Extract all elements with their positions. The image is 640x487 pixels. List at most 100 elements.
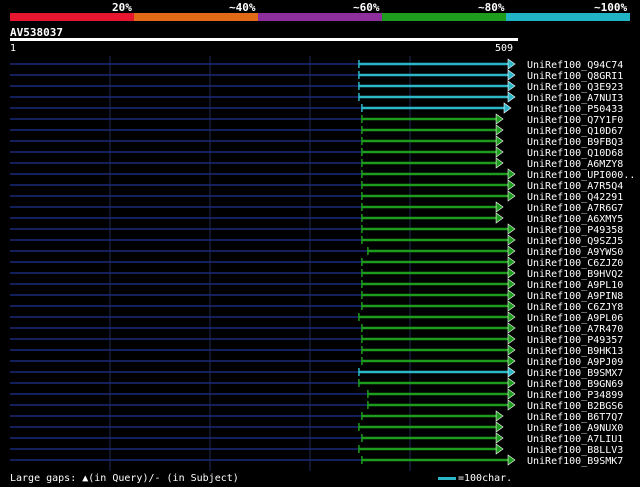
hit-row[interactable]: UniRef100_B9HVQ2 — [10, 267, 623, 280]
hit-label[interactable]: UniRef100_A9NUX0 — [527, 423, 623, 434]
hit-label[interactable]: UniRef100_B8LLV3 — [527, 445, 623, 456]
hit-row[interactable]: UniRef100_Q10D67 — [10, 124, 623, 137]
hit-row[interactable]: UniRef100_Q9SZJ5 — [10, 234, 623, 247]
hit-arrow-icon — [507, 355, 516, 367]
hit-row[interactable]: UniRef100_UPI000.. — [10, 168, 635, 181]
hit-label[interactable]: UniRef100_A7LIU1 — [527, 434, 623, 445]
hit-row[interactable]: UniRef100_A6XMY5 — [10, 212, 623, 225]
hit-label[interactable]: UniRef100_P34899 — [527, 390, 623, 401]
hit-row[interactable]: UniRef100_A7R5Q4 — [10, 179, 623, 192]
hit-row[interactable]: UniRef100_A9YWS0 — [10, 245, 623, 258]
hit-label[interactable]: UniRef100_Q9SZJ5 — [527, 236, 623, 247]
hit-label[interactable]: UniRef100_Q10D67 — [527, 126, 623, 137]
hit-label[interactable]: UniRef100_Q94C74 — [527, 60, 623, 71]
hit-row[interactable]: UniRef100_B9GN69 — [10, 377, 623, 390]
hit-label[interactable]: UniRef100_Q42291 — [527, 192, 623, 203]
scale-legend-swatch — [438, 477, 456, 480]
hit-arrow-icon — [503, 102, 512, 114]
hit-arrow-icon — [507, 179, 516, 191]
hit-arrow-icon — [507, 399, 516, 411]
hit-label[interactable]: UniRef100_P49358 — [527, 225, 623, 236]
hit-arrow-icon — [495, 201, 504, 213]
hit-row[interactable]: UniRef100_A9NUX0 — [10, 421, 623, 434]
hit-arrow-icon — [507, 366, 516, 378]
hit-row[interactable]: UniRef100_A9PL10 — [10, 278, 623, 291]
hit-row[interactable]: UniRef100_Q94C74 — [10, 58, 623, 71]
scale-legend: =100char. — [438, 473, 512, 484]
hit-arrow-icon — [507, 190, 516, 202]
hit-row[interactable]: UniRef100_Q8GRI1 — [10, 69, 623, 82]
hit-arrow-icon — [507, 223, 516, 235]
hit-arrow-icon — [507, 91, 516, 103]
hit-label[interactable]: UniRef100_B9SMK7 — [527, 456, 623, 467]
hit-label[interactable]: UniRef100_A6MZY8 — [527, 159, 623, 170]
hit-label[interactable]: UniRef100_B2BGS6 — [527, 401, 623, 412]
hit-row[interactable]: UniRef100_P50433 — [10, 102, 623, 115]
hit-row[interactable]: UniRef100_B2BGS6 — [10, 399, 623, 412]
hit-arrow-icon — [495, 212, 504, 224]
hit-label[interactable]: UniRef100_B9GN69 — [527, 379, 623, 390]
hit-row[interactable]: UniRef100_B6T7Q7 — [10, 410, 623, 423]
hit-label[interactable]: UniRef100_Q8GRI1 — [527, 71, 623, 82]
hit-label[interactable]: UniRef100_A9PL06 — [527, 313, 623, 324]
hit-label[interactable]: UniRef100_A6XMY5 — [527, 214, 623, 225]
hit-arrow-icon — [507, 80, 516, 92]
hit-arrow-icon — [495, 146, 504, 158]
hit-label[interactable]: UniRef100_A9PIN8 — [527, 291, 623, 302]
hit-label[interactable]: UniRef100_P50433 — [527, 104, 623, 115]
gaps-legend: Large gaps: ▲(in Query)/- (in Subject) — [10, 473, 239, 484]
hit-arrow-icon — [507, 311, 516, 323]
hit-label[interactable]: UniRef100_A7R470 — [527, 324, 623, 335]
hit-arrow-icon — [507, 454, 516, 466]
hit-label[interactable]: UniRef100_B6T7Q7 — [527, 412, 623, 423]
hit-row[interactable]: UniRef100_B9FBQ3 — [10, 135, 623, 148]
hit-label[interactable]: UniRef100_A9PJ09 — [527, 357, 623, 368]
hit-row[interactable]: UniRef100_Q10D68 — [10, 146, 623, 159]
hit-row[interactable]: UniRef100_Q7Y1F0 — [10, 113, 623, 126]
hit-label[interactable]: UniRef100_A7R5Q4 — [527, 181, 623, 192]
hit-arrow-icon — [507, 256, 516, 268]
hit-arrow-icon — [507, 377, 516, 389]
hit-row[interactable]: UniRef100_Q3E923 — [10, 80, 623, 93]
hit-arrow-icon — [495, 157, 504, 169]
hit-arrow-icon — [495, 124, 504, 136]
hit-row[interactable]: UniRef100_Q42291 — [10, 190, 623, 203]
hit-arrow-icon — [495, 410, 504, 422]
hit-label[interactable]: UniRef100_B9FBQ3 — [527, 137, 623, 148]
hit-label[interactable]: UniRef100_C6ZJY8 — [527, 302, 623, 313]
hit-row[interactable]: UniRef100_B9HK13 — [10, 344, 623, 357]
scale-legend-text: =100char. — [458, 473, 513, 484]
hit-label[interactable]: UniRef100_Q10D68 — [527, 148, 623, 159]
hit-row[interactable]: UniRef100_P49357 — [10, 333, 623, 346]
hit-label[interactable]: UniRef100_B9SMX7 — [527, 368, 623, 379]
hit-row[interactable]: UniRef100_B9SMX7 — [10, 366, 623, 379]
hit-label[interactable]: UniRef100_B9HVQ2 — [527, 269, 623, 280]
hit-label[interactable]: UniRef100_Q3E923 — [527, 82, 623, 93]
hit-arrow-icon — [507, 278, 516, 290]
hit-label[interactable]: UniRef100_A9PL10 — [527, 280, 623, 291]
hit-label[interactable]: UniRef100_P49357 — [527, 335, 623, 346]
hit-row[interactable]: UniRef100_C6ZJY8 — [10, 300, 623, 313]
hit-row[interactable]: UniRef100_A7NUI3 — [10, 91, 623, 104]
hit-arrow-icon — [495, 113, 504, 125]
hit-label[interactable]: UniRef100_A7R6G7 — [527, 203, 623, 214]
hit-row[interactable]: UniRef100_A7R470 — [10, 322, 623, 335]
hit-row[interactable]: UniRef100_A6MZY8 — [10, 157, 623, 170]
hit-row[interactable]: UniRef100_B9SMK7 — [10, 454, 623, 467]
hit-row[interactable]: UniRef100_A9PJ09 — [10, 355, 623, 368]
hit-label[interactable]: UniRef100_B9HK13 — [527, 346, 623, 357]
hit-row[interactable]: UniRef100_P34899 — [10, 388, 623, 401]
hit-row[interactable]: UniRef100_B8LLV3 — [10, 443, 623, 456]
hit-row[interactable]: UniRef100_C6ZJZ0 — [10, 256, 623, 269]
hit-row[interactable]: UniRef100_A9PL06 — [10, 311, 623, 324]
hit-arrow-icon — [507, 289, 516, 301]
hit-label[interactable]: UniRef100_A7NUI3 — [527, 93, 623, 104]
hit-label[interactable]: UniRef100_UPI000.. — [527, 170, 635, 181]
hit-row[interactable]: UniRef100_A7LIU1 — [10, 432, 623, 445]
hit-row[interactable]: UniRef100_A7R6G7 — [10, 201, 623, 214]
hit-row[interactable]: UniRef100_P49358 — [10, 223, 623, 236]
hit-label[interactable]: UniRef100_Q7Y1F0 — [527, 115, 623, 126]
hit-label[interactable]: UniRef100_C6ZJZ0 — [527, 258, 623, 269]
hit-row[interactable]: UniRef100_A9PIN8 — [10, 289, 623, 302]
hit-label[interactable]: UniRef100_A9YWS0 — [527, 247, 623, 258]
